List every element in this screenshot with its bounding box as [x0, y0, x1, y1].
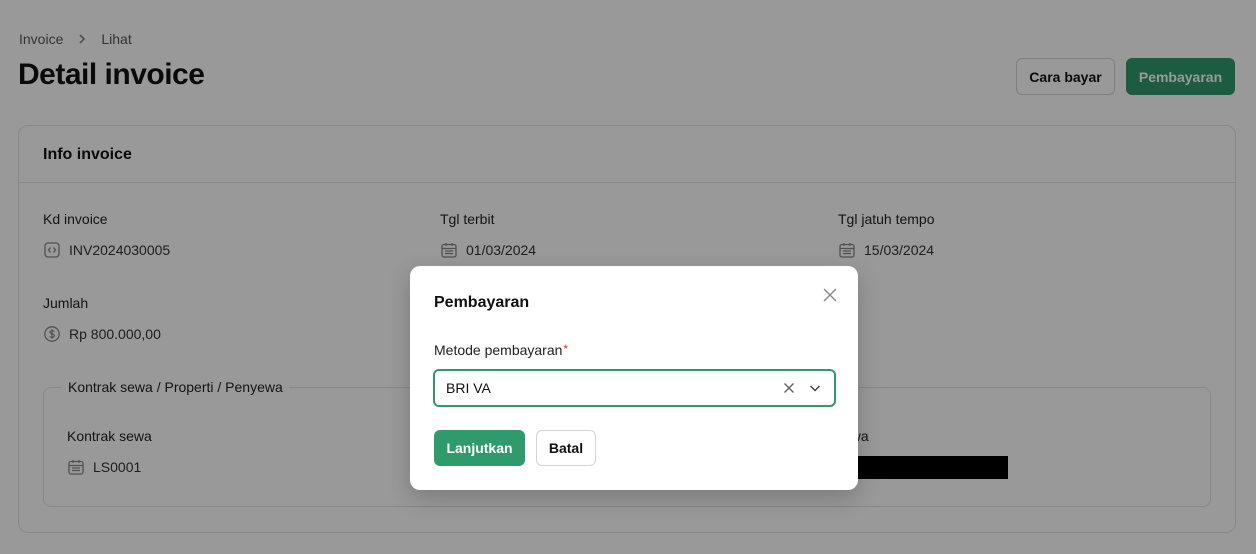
continue-button[interactable]: Lanjutkan: [434, 430, 525, 466]
modal-title: Pembayaran: [434, 294, 530, 311]
close-icon[interactable]: [820, 285, 840, 305]
cancel-button[interactable]: Batal: [536, 430, 596, 466]
payment-method-label: Metode pembayaran*: [434, 342, 568, 358]
selected-value: BRI VA: [446, 380, 491, 396]
chevron-down-icon[interactable]: [807, 380, 823, 396]
payment-modal: Pembayaran Metode pembayaran* BRI VA Lan…: [410, 266, 858, 490]
required-mark: *: [563, 342, 569, 356]
payment-method-select[interactable]: BRI VA: [433, 369, 836, 407]
clear-icon[interactable]: [781, 380, 797, 396]
payment-method-label-text: Metode pembayaran: [434, 342, 563, 358]
